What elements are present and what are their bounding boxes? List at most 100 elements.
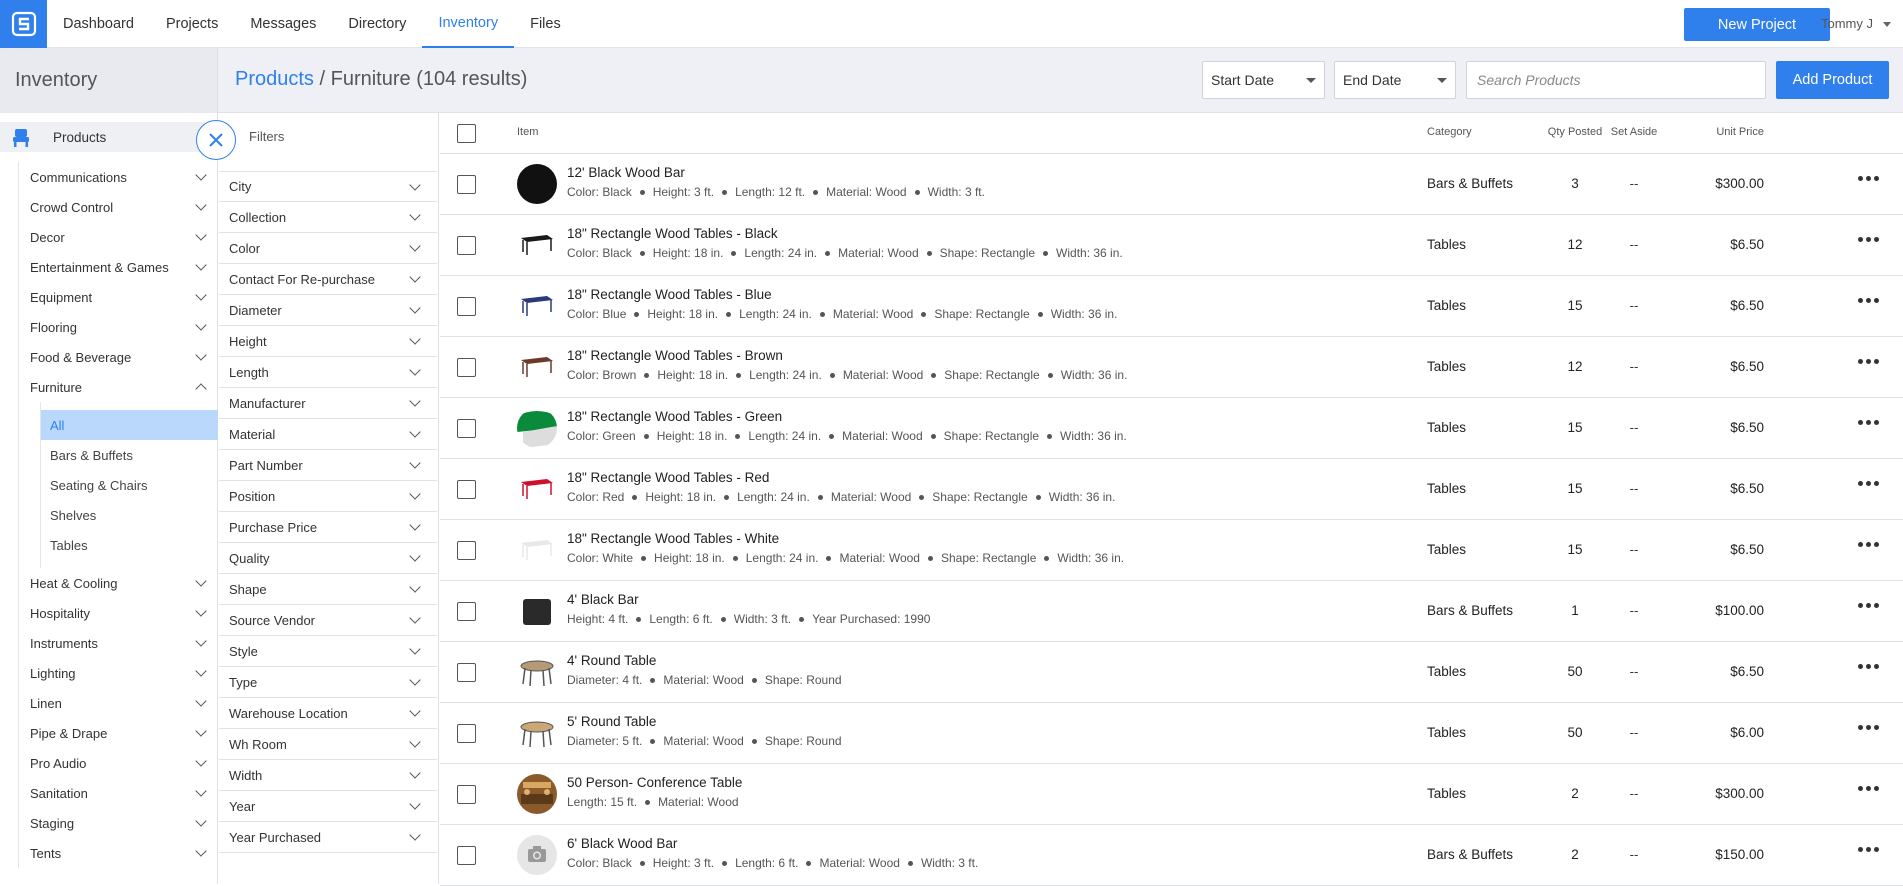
filter-quality[interactable]: Quality (219, 543, 437, 574)
sidebar-category-instruments[interactable]: Instruments (19, 628, 218, 658)
product-name[interactable]: 18" Rectangle Wood Tables - Black (567, 226, 778, 241)
sidebar-category-hospitality[interactable]: Hospitality (19, 598, 218, 628)
filter-warehouse-location[interactable]: Warehouse Location (219, 698, 437, 729)
more-options-icon[interactable] (1858, 176, 1879, 181)
more-options-icon[interactable] (1858, 664, 1879, 669)
app-logo[interactable] (0, 0, 47, 48)
more-options-icon[interactable] (1858, 786, 1879, 791)
more-options-icon[interactable] (1858, 725, 1879, 730)
filter-shape[interactable]: Shape (219, 574, 437, 605)
table-row[interactable]: 4' Round Table Diameter: 4 ft. Material: W… (440, 642, 1903, 703)
sidebar-category-flooring[interactable]: Flooring (19, 312, 218, 342)
row-checkbox[interactable] (457, 480, 476, 499)
table-row[interactable]: 12' Black Wood Bar Color: Black Height: 3 … (440, 154, 1903, 215)
product-name[interactable]: 18" Rectangle Wood Tables - Brown (567, 348, 783, 363)
product-name[interactable]: 6' Black Wood Bar (567, 836, 677, 851)
subcategory-shelves[interactable]: Shelves (41, 500, 218, 530)
table-row[interactable]: 18" Rectangle Wood Tables - Red Color: Re… (440, 459, 1903, 520)
filter-year[interactable]: Year (219, 791, 437, 822)
row-checkbox[interactable] (457, 846, 476, 865)
product-name[interactable]: 5' Round Table (567, 714, 656, 729)
filter-year-purchased[interactable]: Year Purchased (219, 822, 437, 853)
filter-diameter[interactable]: Diameter (219, 295, 437, 326)
table-row[interactable]: 4' Black Bar Height: 4 ft. Length: 6 ft. Wi… (440, 581, 1903, 642)
table-row[interactable]: 18" Rectangle Wood Tables - Blue Color: B… (440, 276, 1903, 337)
more-options-icon[interactable] (1858, 420, 1879, 425)
filter-style[interactable]: Style (219, 636, 437, 667)
product-name[interactable]: 18" Rectangle Wood Tables - Green (567, 409, 782, 424)
close-filters-button[interactable] (196, 120, 236, 160)
row-checkbox[interactable] (457, 663, 476, 682)
filter-height[interactable]: Height (219, 326, 437, 357)
more-options-icon[interactable] (1858, 542, 1879, 547)
table-row[interactable]: 18" Rectangle Wood Tables - White Color: … (440, 520, 1903, 581)
sidebar-category-entertainment-games[interactable]: Entertainment & Games (19, 252, 218, 282)
row-checkbox[interactable] (457, 297, 476, 316)
sidebar-category-equipment[interactable]: Equipment (19, 282, 218, 312)
nav-files[interactable]: Files (514, 0, 577, 48)
row-checkbox[interactable] (457, 358, 476, 377)
row-checkbox[interactable] (457, 419, 476, 438)
product-name[interactable]: 18" Rectangle Wood Tables - White (567, 531, 779, 546)
sidebar-category-furniture[interactable]: Furniture (19, 372, 218, 402)
nav-messages[interactable]: Messages (234, 0, 332, 48)
product-name[interactable]: 4' Black Bar (567, 592, 639, 607)
product-name[interactable]: 12' Black Wood Bar (567, 165, 685, 180)
row-checkbox[interactable] (457, 602, 476, 621)
product-name[interactable]: 4' Round Table (567, 653, 656, 668)
new-project-button[interactable]: New Project (1684, 8, 1830, 41)
table-row[interactable]: 18" Rectangle Wood Tables - Green Color: … (440, 398, 1903, 459)
sidebar-category-sanitation[interactable]: Sanitation (19, 778, 218, 808)
filter-wh-room[interactable]: Wh Room (219, 729, 437, 760)
nav-dashboard[interactable]: Dashboard (47, 0, 150, 48)
table-row[interactable]: 18" Rectangle Wood Tables - Brown Color: … (440, 337, 1903, 398)
more-options-icon[interactable] (1858, 847, 1879, 852)
start-date-select[interactable]: Start Date (1202, 61, 1325, 99)
filter-manufacturer[interactable]: Manufacturer (219, 388, 437, 419)
subcategory-all[interactable]: All (41, 410, 218, 440)
table-row[interactable]: 6' Black Wood Bar Color: Black Height: 3 f… (440, 825, 1903, 886)
table-row[interactable]: 18" Rectangle Wood Tables - Black Color: … (440, 215, 1903, 276)
filter-length[interactable]: Length (219, 357, 437, 388)
sidebar-category-pro-audio[interactable]: Pro Audio (19, 748, 218, 778)
nav-directory[interactable]: Directory (332, 0, 422, 48)
filter-collection[interactable]: Collection (219, 202, 437, 233)
row-checkbox[interactable] (457, 541, 476, 560)
search-products-input[interactable] (1466, 61, 1766, 99)
sidebar-category-crowd-control[interactable]: Crowd Control (19, 192, 218, 222)
more-options-icon[interactable] (1858, 359, 1879, 364)
subcategory-bars-buffets[interactable]: Bars & Buffets (41, 440, 218, 470)
add-product-button[interactable]: Add Product (1776, 61, 1889, 99)
sidebar-category-pipe-drape[interactable]: Pipe & Drape (19, 718, 218, 748)
table-row[interactable]: 50 Person- Conference Table Length: 15 ft… (440, 764, 1903, 825)
product-name[interactable]: 18" Rectangle Wood Tables - Blue (567, 287, 772, 302)
product-name[interactable]: 18" Rectangle Wood Tables - Red (567, 470, 769, 485)
sidebar-category-communications[interactable]: Communications (19, 162, 218, 192)
sidebar-category-food-beverage[interactable]: Food & Beverage (19, 342, 218, 372)
row-checkbox[interactable] (457, 236, 476, 255)
sidebar-category-staging[interactable]: Staging (19, 808, 218, 838)
nav-projects[interactable]: Projects (150, 0, 234, 48)
table-row[interactable]: 5' Round Table Diameter: 5 ft. Material: W… (440, 703, 1903, 764)
end-date-select[interactable]: End Date (1334, 61, 1456, 99)
filter-contact-for-re-purchase[interactable]: Contact For Re-purchase (219, 264, 437, 295)
filter-part-number[interactable]: Part Number (219, 450, 437, 481)
more-options-icon[interactable] (1858, 237, 1879, 242)
nav-inventory[interactable]: Inventory (422, 0, 515, 48)
row-checkbox[interactable] (457, 175, 476, 194)
sidebar-category-decor[interactable]: Decor (19, 222, 218, 252)
sidebar-category-linen[interactable]: Linen (19, 688, 218, 718)
subcategory-tables[interactable]: Tables (41, 530, 218, 560)
subcategory-seating-chairs[interactable]: Seating & Chairs (41, 470, 218, 500)
product-name[interactable]: 50 Person- Conference Table (567, 775, 742, 790)
more-options-icon[interactable] (1858, 298, 1879, 303)
select-all-checkbox[interactable] (457, 124, 476, 143)
breadcrumb-products-link[interactable]: Products (235, 68, 314, 90)
filter-material[interactable]: Material (219, 419, 437, 450)
sidebar-category-tents[interactable]: Tents (19, 838, 218, 868)
filter-type[interactable]: Type (219, 667, 437, 698)
filter-source-vendor[interactable]: Source Vendor (219, 605, 437, 636)
filter-purchase-price[interactable]: Purchase Price (219, 512, 437, 543)
filter-color[interactable]: Color (219, 233, 437, 264)
more-options-icon[interactable] (1858, 481, 1879, 486)
